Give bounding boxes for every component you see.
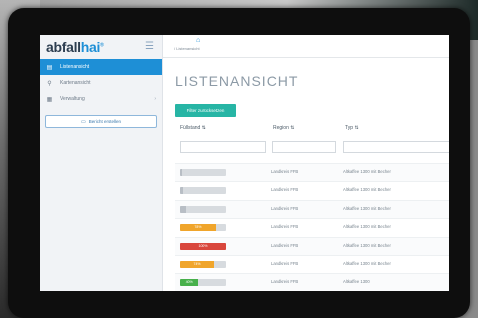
filter-input-fuellstand[interactable] [180,141,266,153]
fill-level-value: 100% [180,242,226,250]
filter-input-typ[interactable] [343,141,449,153]
table-row[interactable]: 74% Landkreis FFB Altkaffee 1300 mit Beche… [175,254,449,273]
fill-level-bar: 100% [180,242,226,250]
table-row[interactable]: Landkreis FFB Altkaffee 1300 mit Becher [175,163,449,182]
table-header: Füllstand ⇅ Region ⇅ Typ ⇅ [175,125,449,135]
fill-level-value: 40% [180,279,199,287]
region-cell: Landkreis FFB [271,187,299,193]
sidebar-item-kartenansicht[interactable]: ⚲ Kartenansicht [40,75,162,91]
fill-level-value: 78% [180,224,216,232]
logo[interactable]: abfallhai® [46,39,104,55]
sidebar-item-verwaltung[interactable]: ▦ Verwaltung › [40,91,162,107]
column-header-typ[interactable]: Typ ⇅ [345,125,359,131]
map-pin-icon: ⚲ [47,80,52,87]
fill-level-bar [180,205,226,213]
fill-level-value [180,205,187,213]
table-row[interactable]: 100% Landkreis FFB Altkaffee 1300 mit Bech… [175,236,449,255]
list-icon: ▤ [46,64,53,71]
fill-level-bar [180,169,226,176]
breadcrumb[interactable]: / Listenansicht [174,46,200,51]
region-cell: Landkreis FFB [271,260,299,266]
sidebar-item-listenansicht[interactable]: ▤ Listenansicht [40,59,162,75]
fill-level-bar: 40% [180,279,226,287]
logo-accent: hai [80,39,101,55]
table-row[interactable]: 40% Landkreis FFB Altkaffee 1300 [175,273,449,291]
logo-main: abfall [46,39,81,55]
fill-level-value: 74% [180,260,215,268]
sidebar: abfallhai® ☰ ▤ Listenansicht ⚲ Kartenans… [40,35,163,291]
export-report-button[interactable]: ▭ Bericht erstellen [45,115,157,128]
fill-level-value [180,169,182,176]
column-header-region[interactable]: Region ⇅ [273,125,294,131]
region-cell: Landkreis FFB [271,279,299,285]
export-report-label: Bericht erstellen [88,119,121,124]
type-cell: Altkaffee 1300 mit Becher [343,187,391,193]
type-cell: Altkaffee 1300 mit Becher [343,242,391,248]
brand[interactable]: abfallhai® [40,35,162,59]
fill-level-value [180,187,183,195]
type-cell: Altkaffee 1300 mit Becher [343,169,391,174]
region-cell: Landkreis FFB [271,169,299,174]
reset-filter-button[interactable]: Filter zurücksetzen [175,104,236,117]
sidebar-item-label: Kartenansicht [60,80,91,86]
type-cell: Altkaffee 1300 [343,279,370,285]
type-cell: Altkaffee 1300 mit Becher [343,260,391,266]
region-cell: Landkreis FFB [271,205,299,211]
fill-level-bar: 74% [180,260,226,268]
table-row[interactable]: Landkreis FFB Altkaffee 1300 mit Becher [175,199,449,219]
chevron-right-icon: › [154,96,156,102]
column-header-fuellstand[interactable]: Füllstand ⇅ [180,125,206,131]
table-row[interactable]: 78% Landkreis FFB Altkaffee 1300 mit Beche… [175,218,449,236]
topbar: ⌂ / Listenansicht [163,35,449,58]
type-cell: Altkaffee 1300 mit Becher [343,224,391,230]
region-cell: Landkreis FFB [271,224,299,230]
type-cell: Altkaffee 1300 mit Becher [343,205,391,211]
home-icon[interactable]: ⌂ [196,37,200,44]
table-body: Landkreis FFB Altkaffee 1300 mit Becher La… [175,163,449,291]
region-cell: Landkreis FFB [271,242,299,248]
app-screen: abfallhai® ☰ ▤ Listenansicht ⚲ Kartenans… [40,35,449,291]
main-content: ⌂ / Listenansicht LISTENANSICHT Filter z… [163,35,449,291]
sidebar-item-label: Listenansicht [60,64,90,70]
filter-input-region[interactable] [272,141,336,153]
sidebar-item-label: Verwaltung [60,96,85,102]
logo-mark: ® [100,42,104,49]
fill-level-bar: 78% [180,224,226,232]
table-row[interactable]: Landkreis FFB Altkaffee 1300 mit Becher [175,181,449,199]
hamburger-icon[interactable]: ☰ [145,41,154,52]
page-title: LISTENANSICHT [175,73,299,89]
grid-icon: ▦ [46,96,53,103]
fill-level-bar [180,187,226,195]
document-icon: ▭ [81,118,86,125]
